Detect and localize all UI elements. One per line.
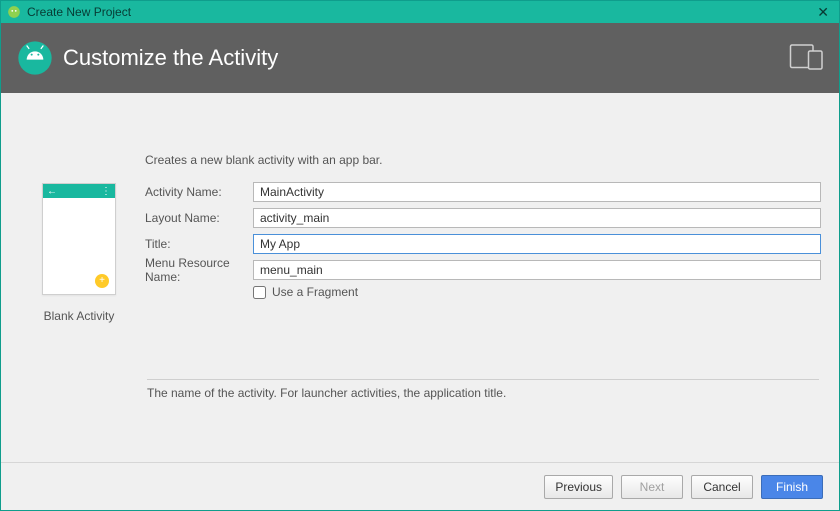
menu-resource-label: Menu Resource Name: <box>145 256 253 284</box>
hint-text: The name of the activity. For launcher a… <box>147 386 819 400</box>
fab-icon: + <box>95 274 109 288</box>
page-title: Customize the Activity <box>63 45 278 71</box>
activity-name-input[interactable] <box>253 182 821 202</box>
cancel-button[interactable]: Cancel <box>691 475 753 499</box>
previous-button[interactable]: Previous <box>544 475 613 499</box>
hint-separator <box>147 379 819 380</box>
next-button: Next <box>621 475 683 499</box>
use-fragment-checkbox[interactable] <box>253 286 266 299</box>
menu-resource-input[interactable] <box>253 260 821 280</box>
window-title: Create New Project <box>27 5 131 19</box>
close-icon[interactable]: ✕ <box>813 4 833 21</box>
android-head-icon <box>15 38 55 78</box>
layout-name-input[interactable] <box>253 208 821 228</box>
titlebar: Create New Project ✕ <box>1 1 839 23</box>
device-frame-icon <box>789 43 825 74</box>
template-preview[interactable]: ← ⋮ + <box>42 183 116 295</box>
form-description: Creates a new blank activity with an app… <box>145 153 821 167</box>
activity-name-label: Activity Name: <box>145 185 253 199</box>
overflow-menu-icon: ⋮ <box>101 186 111 197</box>
layout-name-label: Layout Name: <box>145 211 253 225</box>
preview-body: + <box>43 198 115 294</box>
header-banner: Customize the Activity <box>1 23 839 93</box>
footer-buttons: Previous Next Cancel Finish <box>1 462 839 510</box>
title-label: Title: <box>145 237 253 251</box>
android-studio-icon <box>7 5 21 19</box>
use-fragment-label[interactable]: Use a Fragment <box>272 285 358 299</box>
template-caption: Blank Activity <box>44 309 115 323</box>
title-input[interactable] <box>253 234 821 254</box>
finish-button[interactable]: Finish <box>761 475 823 499</box>
preview-appbar: ← ⋮ <box>43 184 115 198</box>
back-arrow-icon: ← <box>47 186 57 197</box>
